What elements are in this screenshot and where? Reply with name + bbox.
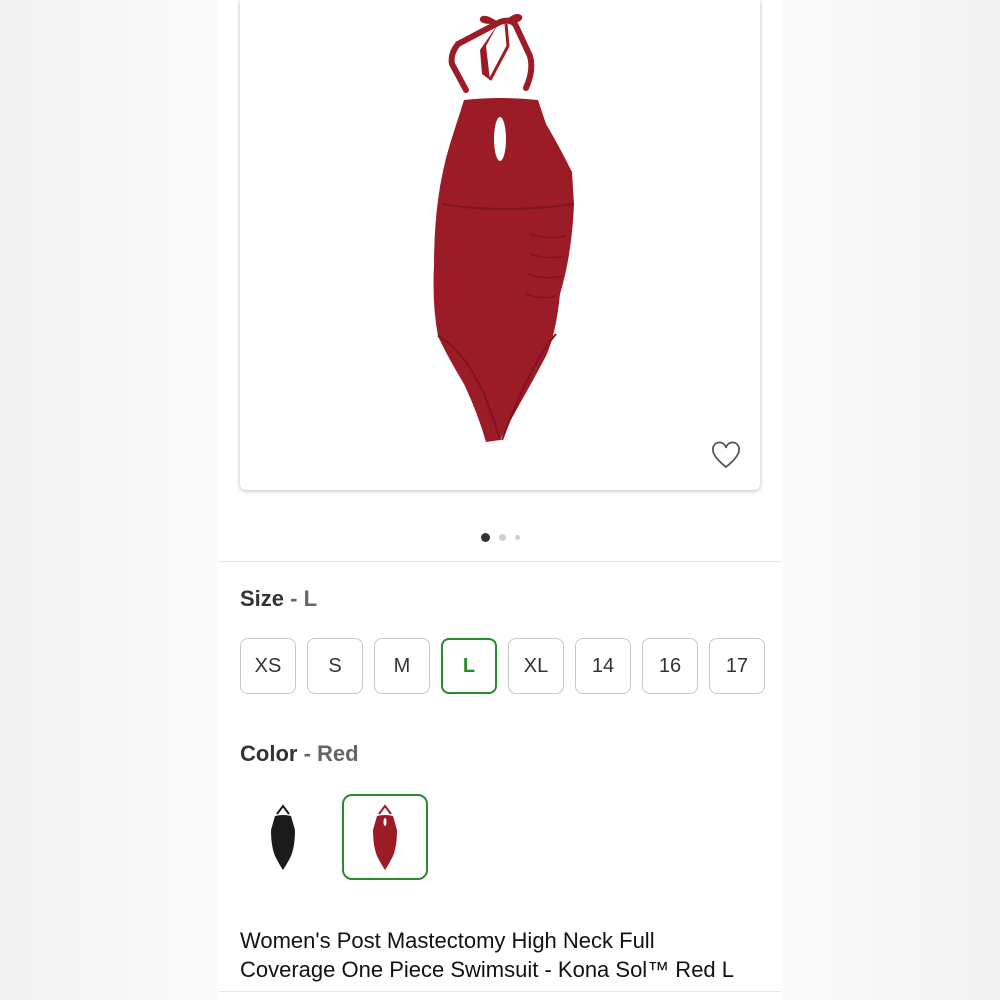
- swimsuit-thumbnail-black: [271, 804, 295, 870]
- pagination-dot-active[interactable]: [480, 532, 490, 542]
- color-swatch-red[interactable]: [342, 794, 428, 880]
- pagination-dot[interactable]: [498, 533, 506, 541]
- pagination-dot[interactable]: [514, 534, 520, 540]
- product-image-card[interactable]: [240, 0, 760, 490]
- size-option-16[interactable]: 16: [642, 638, 698, 694]
- color-selected-value: Red: [317, 741, 359, 766]
- heart-outline-icon[interactable]: [710, 440, 742, 472]
- page: Size - L XS S M L XL 14 16 17 Color - Re…: [0, 0, 1000, 1000]
- size-label: Size: [240, 586, 285, 611]
- size-selected-value: L: [303, 586, 318, 611]
- size-option-14[interactable]: 14: [575, 638, 631, 694]
- product-image: [433, 14, 575, 442]
- color-label: Color: [240, 741, 298, 766]
- size-option-s[interactable]: S: [307, 638, 363, 694]
- size-options: XS S M L XL 14 16 17: [240, 638, 765, 694]
- swimsuit-thumbnail-red: [373, 804, 397, 870]
- color-swatch-black[interactable]: [240, 794, 326, 880]
- size-heading: Size - L: [240, 586, 317, 612]
- product-screen: Size - L XS S M L XL 14 16 17 Color - Re…: [219, 0, 781, 1000]
- size-separator: -: [284, 586, 304, 611]
- divider: [219, 561, 781, 562]
- color-separator: -: [297, 741, 318, 766]
- size-option-l[interactable]: L: [441, 638, 497, 694]
- product-title-line-2: Coverage One Piece Swimsuit - Kona Sol™ …: [240, 957, 735, 982]
- color-heading: Color - Red: [240, 741, 359, 767]
- gallery-pagination[interactable]: [219, 529, 781, 545]
- divider-bottom: [219, 991, 781, 992]
- size-option-17[interactable]: 17: [709, 638, 765, 694]
- size-option-xl[interactable]: XL: [508, 638, 564, 694]
- color-swatches: [240, 794, 428, 880]
- product-title: Women's Post Mastectomy High Neck Full C…: [240, 926, 770, 984]
- size-option-xs[interactable]: XS: [240, 638, 296, 694]
- size-option-m[interactable]: M: [374, 638, 430, 694]
- product-title-line-1: Women's Post Mastectomy High Neck Full: [240, 928, 655, 953]
